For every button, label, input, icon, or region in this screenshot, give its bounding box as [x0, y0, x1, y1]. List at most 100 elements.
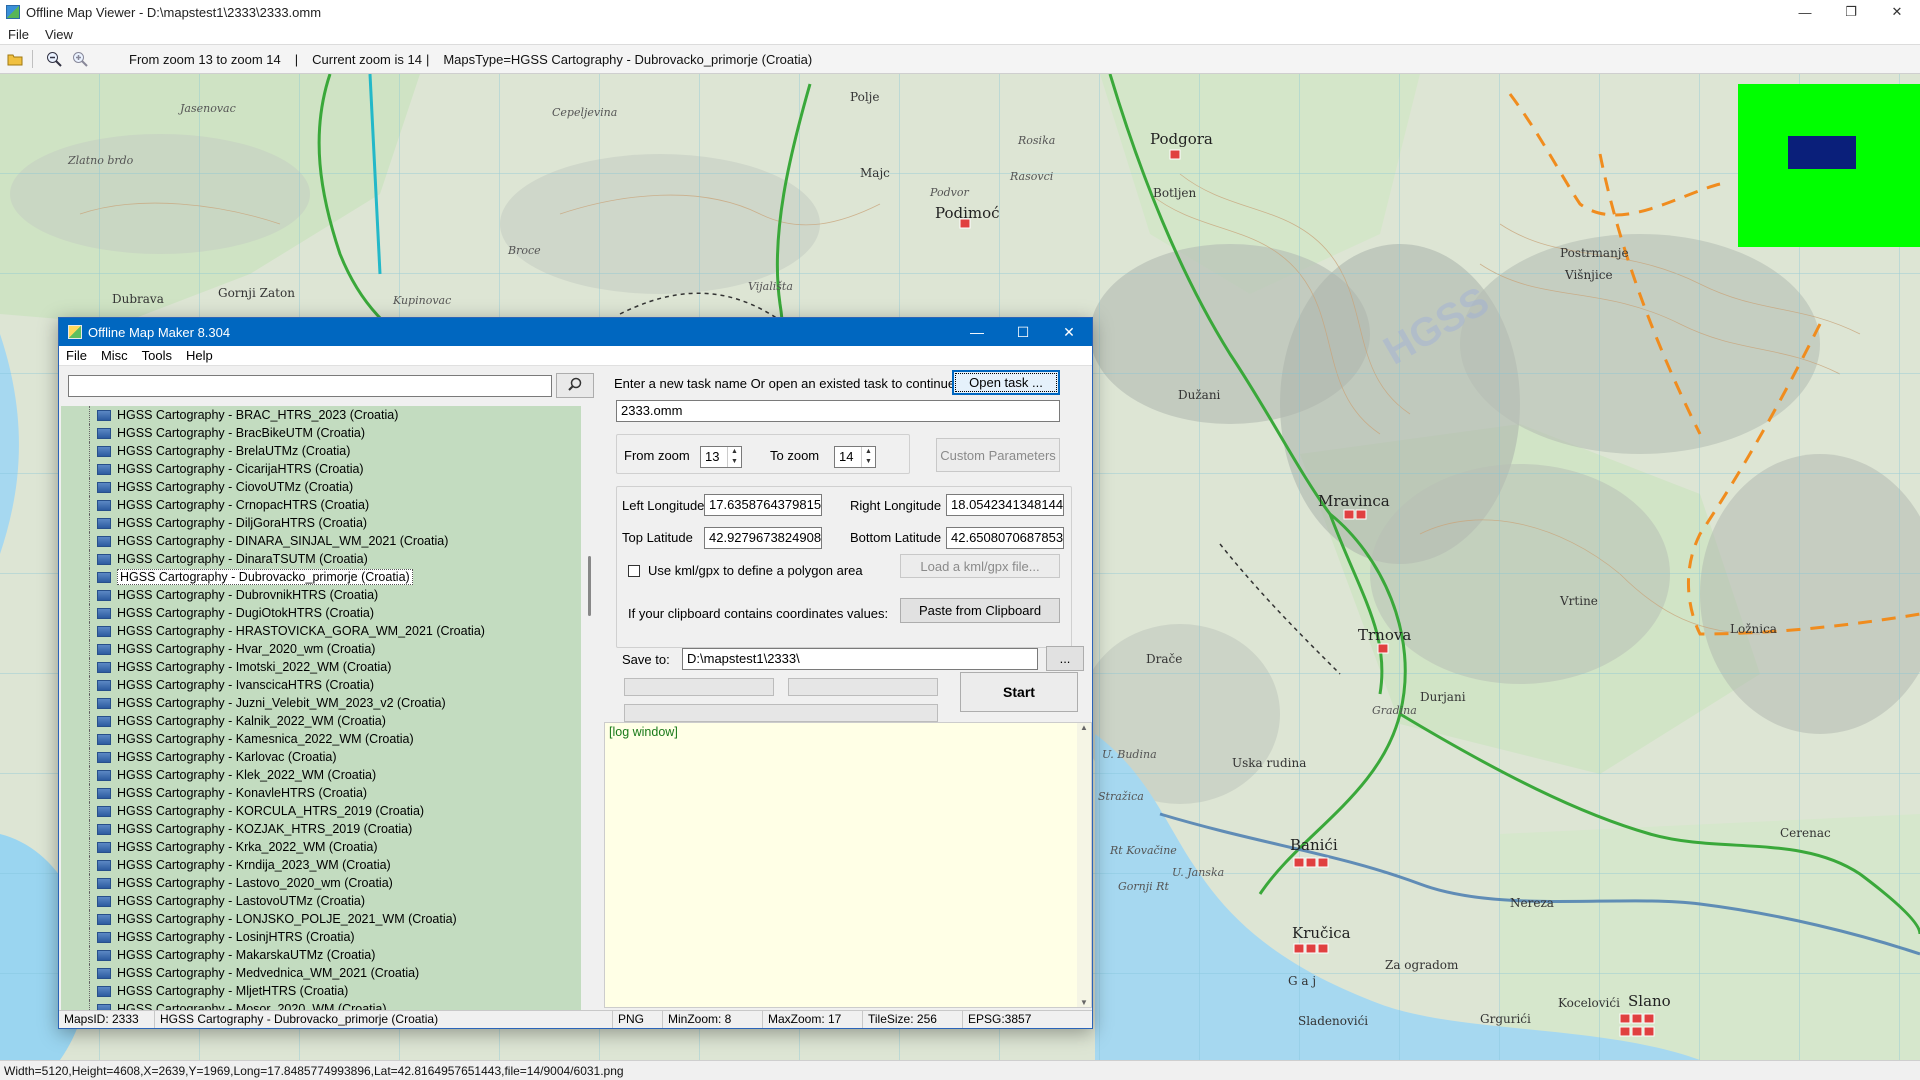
dialog-close-button[interactable]: ✕ — [1046, 318, 1092, 346]
menu-view[interactable]: View — [37, 27, 81, 42]
tree-item[interactable]: HGSS Cartography - CiovoUTMz (Croatia) — [61, 478, 581, 496]
dialog-minimize-button[interactable]: — — [954, 318, 1000, 346]
tree-item[interactable]: HGSS Cartography - Dubrovacko_primorje (… — [61, 568, 581, 586]
use-kml-checkbox[interactable] — [628, 565, 640, 577]
top-latitude-label: Top Latitude — [622, 530, 693, 545]
tree-item[interactable]: HGSS Cartography - Imotski_2022_WM (Croa… — [61, 658, 581, 676]
progress-bar-3 — [624, 704, 938, 722]
tree-item-label: HGSS Cartography - DinaraTSUTM (Croatia) — [117, 552, 368, 566]
from-zoom-spinner[interactable]: 13 ▲ ▼ — [700, 446, 742, 468]
tree-item[interactable]: HGSS Cartography - KonavleHTRS (Croatia) — [61, 784, 581, 802]
tree-item[interactable]: HGSS Cartography - KOZJAK_HTRS_2019 (Cro… — [61, 820, 581, 838]
map-layer-icon — [97, 571, 111, 583]
map-label: Vrtine — [1560, 594, 1598, 608]
to-zoom-spinner[interactable]: 14 ▲ ▼ — [834, 446, 876, 468]
tree-item[interactable]: HGSS Cartography - KORCULA_HTRS_2019 (Cr… — [61, 802, 581, 820]
dialog-menu-help[interactable]: Help — [179, 348, 220, 363]
tree-scrollbar[interactable] — [585, 406, 597, 1010]
task-name-input[interactable]: 2333.omm — [616, 400, 1060, 422]
custom-parameters-button[interactable]: Custom Parameters — [936, 438, 1060, 472]
tree-item[interactable]: HGSS Cartography - BRAC_HTRS_2023 (Croat… — [61, 406, 581, 424]
map-layer-icon — [97, 661, 111, 673]
tree-item[interactable]: HGSS Cartography - CicarijaHTRS (Croatia… — [61, 460, 581, 478]
map-label: Podgora — [1150, 130, 1213, 148]
progress-bar-1 — [624, 678, 774, 696]
tree-item-label: HGSS Cartography - Kamesnica_2022_WM (Cr… — [117, 732, 414, 746]
tree-item[interactable]: HGSS Cartography - BracBikeUTM (Croatia) — [61, 424, 581, 442]
map-layer-icon — [97, 499, 111, 511]
left-longitude-input[interactable]: 17.6358764379815 — [704, 494, 822, 516]
tree-item[interactable]: HGSS Cartography - DiljGoraHTRS (Croatia… — [61, 514, 581, 532]
search-button[interactable] — [556, 373, 594, 398]
log-window[interactable]: [log window] ▲ ▼ — [604, 722, 1092, 1008]
map-label: U. Janska — [1172, 866, 1225, 879]
dialog-menu-misc[interactable]: Misc — [94, 348, 135, 363]
tree-item[interactable]: HGSS Cartography - Juzni_Velebit_WM_2023… — [61, 694, 581, 712]
map-type-tree[interactable]: HGSS Cartography - BRAC_HTRS_2023 (Croat… — [61, 406, 581, 1010]
tree-item[interactable]: HGSS Cartography - BrelaUTMz (Croatia) — [61, 442, 581, 460]
dialog-maximize-button[interactable]: ☐ — [1000, 318, 1046, 346]
dialog-menu-file[interactable]: File — [59, 348, 94, 363]
map-search-input[interactable] — [68, 375, 552, 397]
menu-file[interactable]: File — [0, 27, 37, 42]
log-scrollbar[interactable]: ▲ ▼ — [1077, 723, 1091, 1007]
tree-item[interactable]: HGSS Cartography - Medvednica_WM_2021 (C… — [61, 964, 581, 982]
tree-item[interactable]: HGSS Cartography - Lastovo_2020_wm (Croa… — [61, 874, 581, 892]
tree-item[interactable]: HGSS Cartography - LONJSKO_POLJE_2021_WM… — [61, 910, 581, 928]
right-longitude-label: Right Longitude — [850, 498, 942, 513]
close-button[interactable]: ✕ — [1874, 0, 1920, 24]
tree-item[interactable]: HGSS Cartography - CrnopacHTRS (Croatia) — [61, 496, 581, 514]
zoom-in-icon[interactable] — [69, 48, 91, 70]
tree-item-label: HGSS Cartography - BRAC_HTRS_2023 (Croat… — [117, 408, 399, 422]
tree-item[interactable]: HGSS Cartography - LastovoUTMz (Croatia) — [61, 892, 581, 910]
zoom-out-icon[interactable] — [43, 48, 65, 70]
tree-item[interactable]: HGSS Cartography - IvanscicaHTRS (Croati… — [61, 676, 581, 694]
load-kml-button[interactable]: Load a kml/gpx file... — [900, 554, 1060, 578]
tree-item[interactable]: HGSS Cartography - Karlovac (Croatia) — [61, 748, 581, 766]
tree-item[interactable]: HGSS Cartography - Krndija_2023_WM (Croa… — [61, 856, 581, 874]
tree-item[interactable]: HGSS Cartography - Krka_2022_WM (Croatia… — [61, 838, 581, 856]
tree-item-label: HGSS Cartography - KORCULA_HTRS_2019 (Cr… — [117, 804, 425, 818]
spinner-arrows-icon[interactable]: ▲ ▼ — [727, 447, 741, 467]
tree-item[interactable]: HGSS Cartography - DinaraTSUTM (Croatia) — [61, 550, 581, 568]
minimize-button[interactable]: — — [1782, 0, 1828, 24]
tree-item-label: HGSS Cartography - CicarijaHTRS (Croatia… — [117, 462, 364, 476]
tree-item[interactable]: HGSS Cartography - Mosor_2020_WM (Croati… — [61, 1000, 581, 1010]
paste-clipboard-button[interactable]: Paste from Clipboard — [900, 598, 1060, 623]
tree-item-label: HGSS Cartography - LONJSKO_POLJE_2021_WM… — [117, 912, 457, 926]
map-layer-icon — [97, 967, 111, 979]
map-layer-icon — [97, 787, 111, 799]
scrollbar-thumb[interactable] — [588, 556, 591, 616]
overview-minimap[interactable] — [1738, 84, 1920, 247]
open-folder-icon[interactable] — [4, 48, 26, 70]
tree-item[interactable]: HGSS Cartography - DubrovnikHTRS (Croati… — [61, 586, 581, 604]
bottom-latitude-input[interactable]: 42.6508070687853 — [946, 527, 1064, 549]
map-label: Podvor — [930, 186, 969, 199]
browse-folder-button[interactable]: ... — [1046, 646, 1084, 671]
dialog-menu-tools[interactable]: Tools — [135, 348, 179, 363]
top-latitude-input[interactable]: 42.9279673824908 — [704, 527, 822, 549]
map-label: Cerenac — [1780, 826, 1831, 840]
restore-button[interactable]: ❐ — [1828, 0, 1874, 24]
spinner-arrows-icon[interactable]: ▲ ▼ — [861, 447, 875, 467]
toolbar-divider: | — [294, 51, 299, 67]
map-layer-icon — [97, 985, 111, 997]
tree-item[interactable]: HGSS Cartography - MakarskaUTMz (Croatia… — [61, 946, 581, 964]
tree-item[interactable]: HGSS Cartography - LosinjHTRS (Croatia) — [61, 928, 581, 946]
right-longitude-input[interactable]: 18.0542341348144 — [946, 494, 1064, 516]
open-task-button[interactable]: Open task ... — [952, 370, 1060, 395]
save-to-input[interactable]: D:\mapstest1\2333\ — [682, 648, 1038, 670]
tree-item[interactable]: HGSS Cartography - HRASTOVICKA_GORA_WM_2… — [61, 622, 581, 640]
tree-item[interactable]: HGSS Cartography - MljetHTRS (Croatia) — [61, 982, 581, 1000]
minimap-viewport-box[interactable] — [1788, 136, 1856, 169]
tree-item-label: HGSS Cartography - Karlovac (Croatia) — [117, 750, 337, 764]
tree-item[interactable]: HGSS Cartography - Hvar_2020_wm (Croatia… — [61, 640, 581, 658]
map-layer-icon — [97, 607, 111, 619]
tree-item[interactable]: HGSS Cartography - DugiOtokHTRS (Croatia… — [61, 604, 581, 622]
tree-item[interactable]: HGSS Cartography - DINARA_SINJAL_WM_2021… — [61, 532, 581, 550]
map-label: Banići — [1290, 836, 1338, 854]
tree-item[interactable]: HGSS Cartography - Kamesnica_2022_WM (Cr… — [61, 730, 581, 748]
start-button[interactable]: Start — [960, 672, 1078, 712]
tree-item[interactable]: HGSS Cartography - Klek_2022_WM (Croatia… — [61, 766, 581, 784]
tree-item[interactable]: HGSS Cartography - Kalnik_2022_WM (Croat… — [61, 712, 581, 730]
